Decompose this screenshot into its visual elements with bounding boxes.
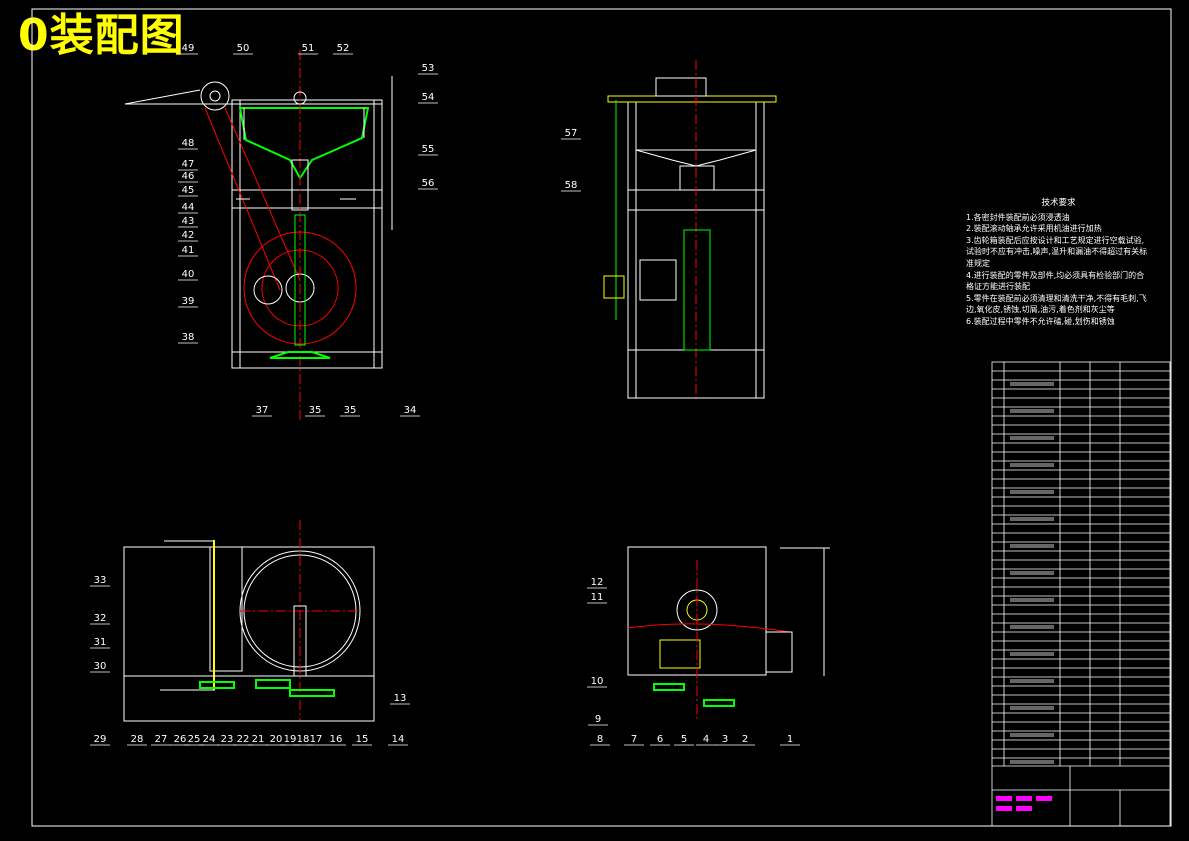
part-number-label: 41 xyxy=(182,245,195,256)
part-number-label: 43 xyxy=(182,216,195,227)
part-number-label: 32 xyxy=(94,613,107,624)
part-number-label: 19 xyxy=(284,734,297,745)
front-view xyxy=(124,50,393,420)
part-number-label: 10 xyxy=(591,676,604,687)
part-number-label: 11 xyxy=(591,592,604,603)
part-number-label: 24 xyxy=(203,734,216,745)
part-number-label: 15 xyxy=(356,734,369,745)
drawing-border xyxy=(31,8,1172,827)
part-number-label: 53 xyxy=(422,63,435,74)
cad-drawing: 1234567891011121314151617181920212223242… xyxy=(31,8,1172,827)
part-number-label: 47 xyxy=(182,159,195,170)
title-block-table xyxy=(991,361,1171,827)
part-number-label: 6 xyxy=(657,734,663,745)
part-number-label: 30 xyxy=(94,661,107,672)
part-number-label: 20 xyxy=(270,734,283,745)
part-number-label: 54 xyxy=(422,92,435,103)
part-number-label: 7 xyxy=(631,734,637,745)
side-view xyxy=(603,60,777,400)
part-number-label: 22 xyxy=(237,734,250,745)
part-number-label: 1 xyxy=(787,734,793,745)
part-number-label: 55 xyxy=(422,144,435,155)
part-number-label: 9 xyxy=(595,714,601,725)
part-number-label: 48 xyxy=(182,138,195,149)
part-number-label: 26 xyxy=(174,734,187,745)
part-number-label: 5 xyxy=(681,734,687,745)
part-number-label: 42 xyxy=(182,230,195,241)
part-number-label: 2 xyxy=(742,734,748,745)
part-number-label: 13 xyxy=(394,693,407,704)
part-number-label: 28 xyxy=(131,734,144,745)
part-number-label: 58 xyxy=(565,180,578,191)
drawing-sheet: 0装配图 技术要求 1.各密封件装配前必须浸透油 2.装配滚动轴承允许采用机油进… xyxy=(0,0,1189,841)
part-number-label: 51 xyxy=(302,43,315,54)
part-number-label: 18 xyxy=(297,734,310,745)
part-number-label: 3 xyxy=(722,734,728,745)
section-view xyxy=(627,546,830,720)
part-number-label: 27 xyxy=(155,734,168,745)
part-number-label: 8 xyxy=(597,734,603,745)
part-number-label: 39 xyxy=(182,296,195,307)
plan-view xyxy=(123,520,375,722)
part-number-label: 25 xyxy=(188,734,201,745)
part-number-label: 16 xyxy=(330,734,343,745)
part-number-label: 37 xyxy=(256,405,269,416)
part-number-label: 35 xyxy=(344,405,357,416)
part-number-label: 31 xyxy=(94,637,107,648)
part-number-label: 14 xyxy=(392,734,405,745)
part-number-label: 52 xyxy=(337,43,350,54)
part-number-label: 35 xyxy=(309,405,322,416)
part-number-label: 49 xyxy=(182,43,195,54)
part-number-label: 44 xyxy=(182,202,195,213)
part-number-label: 17 xyxy=(310,734,323,745)
part-number-label: 38 xyxy=(182,332,195,343)
part-number-label: 46 xyxy=(182,171,195,182)
part-number-label: 33 xyxy=(94,575,107,586)
part-number-label: 34 xyxy=(404,405,417,416)
part-number-label: 40 xyxy=(182,269,195,280)
part-number-label: 4 xyxy=(703,734,709,745)
part-number-label: 21 xyxy=(252,734,265,745)
part-number-label: 12 xyxy=(591,577,604,588)
part-number-label: 45 xyxy=(182,185,195,196)
part-number-label: 23 xyxy=(221,734,234,745)
part-number-label: 50 xyxy=(237,43,250,54)
part-number-label: 56 xyxy=(422,178,435,189)
part-number-label: 57 xyxy=(565,128,578,139)
part-number-label: 29 xyxy=(94,734,107,745)
